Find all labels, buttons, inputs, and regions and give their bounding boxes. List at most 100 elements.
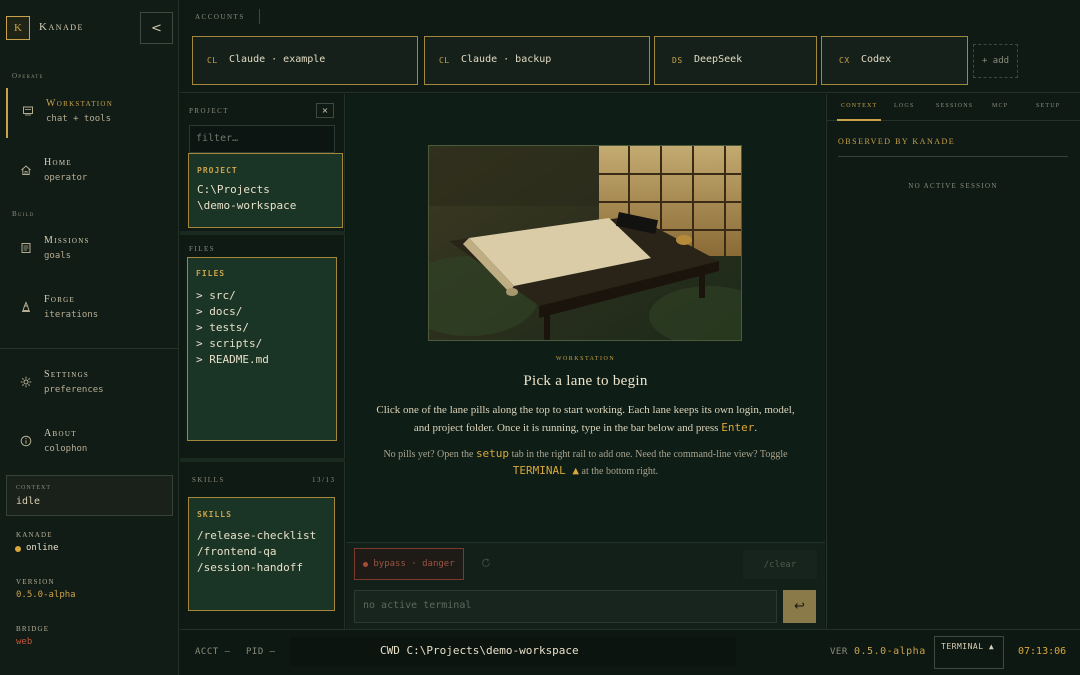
tab-mcp[interactable]: MCP: [992, 103, 1008, 109]
bridge-value: web: [16, 637, 33, 647]
tab-sessions[interactable]: SESSIONS: [936, 103, 973, 109]
project-path-line-1: C:\Projects: [197, 183, 270, 196]
danger-dot-icon: [363, 561, 369, 567]
hero-description-end: .: [754, 422, 758, 434]
active-tab-indicator: [837, 119, 881, 121]
observed-heading: OBSERVED BY KANADE: [838, 137, 956, 146]
send-button[interactable]: ↩: [783, 590, 816, 623]
close-project-button[interactable]: ×: [316, 103, 334, 118]
account-code: CL: [439, 56, 450, 65]
skills-count: 13/13: [312, 476, 336, 484]
project-card-title: PROJECT: [197, 166, 238, 175]
hero-illustration: [428, 145, 742, 341]
files-section-label: FILES: [189, 245, 216, 253]
bypass-label: bypass · danger: [373, 559, 455, 569]
kanade-status: online: [26, 543, 59, 553]
account-pill-deepseek[interactable]: DS DeepSeek: [654, 36, 817, 85]
sidebar-item-sub: colophon: [44, 444, 88, 454]
version-label-status: VER: [830, 647, 848, 657]
skill-item[interactable]: /session-handoff: [197, 560, 303, 576]
sidebar-item-label: Settings: [44, 369, 90, 380]
hero-title: Pick a lane to begin: [523, 373, 648, 389]
account-name: Codex: [861, 54, 892, 65]
project-path-line-2: \demo-workspace: [197, 199, 297, 212]
sidebar-item-workstation[interactable]: Workstation chat + tools: [6, 88, 173, 138]
clock: 07:13:06: [1018, 646, 1067, 657]
pid-status: PID —: [246, 647, 276, 657]
account-code: CX: [839, 56, 850, 65]
skill-item[interactable]: /release-checklist: [197, 528, 316, 544]
add-account-button[interactable]: + add: [973, 44, 1018, 78]
cwd-value: CWD C:\Projects\demo-workspace: [380, 644, 579, 657]
sidebar-divider: [0, 348, 179, 349]
sidebar-item-sub: chat + tools: [46, 114, 112, 124]
sidebar-item-about[interactable]: About colophon: [6, 418, 173, 468]
project-card[interactable]: PROJECT C:\Projects \demo-workspace: [188, 153, 343, 228]
terminal-toggle-button[interactable]: TERMINAL ▲: [934, 636, 1004, 669]
sidebar-item-forge[interactable]: Forge iterations: [6, 284, 173, 334]
panel-divider: [180, 231, 345, 235]
account-name: DeepSeek: [694, 54, 743, 65]
account-code: DS: [672, 56, 683, 65]
account-name: Claude · backup: [461, 54, 552, 65]
sidebar-item-sub: operator: [44, 173, 88, 183]
file-item[interactable]: > scripts/: [196, 336, 262, 352]
hint-text-2: tab in the right rail to add one. Need t…: [509, 449, 788, 460]
terminal-input[interactable]: no active terminal: [354, 590, 777, 623]
sidebar-item-sub: iterations: [44, 310, 99, 320]
sidebar-item-home[interactable]: Home operator: [6, 147, 173, 197]
gear-icon: [20, 376, 32, 388]
file-item[interactable]: > docs/: [196, 304, 242, 320]
tab-logs[interactable]: LOGS: [894, 103, 914, 109]
home-icon: [21, 165, 31, 175]
forge-icon: [22, 301, 30, 312]
tab-context[interactable]: CONTEXT: [841, 103, 877, 109]
terminal-key-hint: TERMINAL ▲: [512, 464, 580, 477]
version-value: 0.5.0-alpha: [16, 590, 76, 600]
sidebar-item-label: Home: [44, 157, 72, 168]
panel-divider: [180, 458, 345, 462]
version-value-status: 0.5.0-alpha: [854, 646, 926, 657]
skill-item[interactable]: /frontend-qa: [197, 544, 276, 560]
collapse-sidebar-button[interactable]: <: [140, 12, 173, 44]
filter-input[interactable]: filter…: [189, 125, 335, 153]
context-value: idle: [16, 496, 41, 507]
file-item[interactable]: > src/: [196, 288, 236, 304]
refresh-icon[interactable]: [480, 557, 492, 569]
accounts-label: ACCOUNTS: [195, 13, 245, 21]
skills-section-label: SKILLS: [192, 476, 225, 484]
sidebar-item-label: Forge: [44, 294, 76, 305]
hint-text-3: at the bottom right.: [579, 466, 659, 477]
context-label: CONTEXT: [16, 485, 51, 491]
acct-status: ACCT —: [195, 647, 231, 657]
bridge-label: BRIDGE: [16, 625, 50, 633]
accounts-divider: [259, 9, 260, 24]
hero-hint: No pills yet? Open the setup tab in the …: [370, 446, 801, 480]
sidebar-item-sub: preferences: [44, 385, 104, 395]
account-pill-claude-backup[interactable]: CL Claude · backup: [424, 36, 650, 85]
sidebar-item-settings[interactable]: Settings preferences: [6, 359, 173, 409]
skills-card-title: SKILLS: [197, 510, 232, 519]
sidebar-item-label: Workstation: [46, 98, 114, 109]
account-pill-codex[interactable]: CX Codex: [821, 36, 968, 85]
kanade-label: KANADE: [16, 531, 53, 539]
bypass-danger-toggle[interactable]: bypass · danger: [354, 548, 464, 580]
section-label-build: Build: [12, 210, 35, 218]
files-card-title: FILES: [196, 269, 226, 278]
tab-setup[interactable]: SETUP: [1036, 103, 1060, 109]
right-rail: [826, 94, 1080, 629]
chat-icon: [23, 106, 33, 116]
info-icon: [20, 435, 32, 447]
clear-button[interactable]: /clear: [743, 550, 817, 579]
sidebar-item-label: Missions: [44, 235, 90, 246]
file-item[interactable]: > README.md: [196, 352, 269, 368]
file-item[interactable]: > tests/: [196, 320, 249, 336]
online-indicator: [15, 546, 21, 552]
workstation-kicker: WORKSTATION: [555, 356, 616, 362]
brand-name: Kanade: [39, 21, 84, 33]
empty-state: NO ACTIVE SESSION: [908, 182, 998, 190]
account-pill-claude-example[interactable]: CL Claude · example: [192, 36, 418, 85]
skills-card: SKILLS /release-checklist /frontend-qa /…: [188, 497, 335, 611]
sidebar-item-missions[interactable]: Missions goals: [6, 225, 173, 275]
desk-scroll-image: [429, 146, 741, 340]
